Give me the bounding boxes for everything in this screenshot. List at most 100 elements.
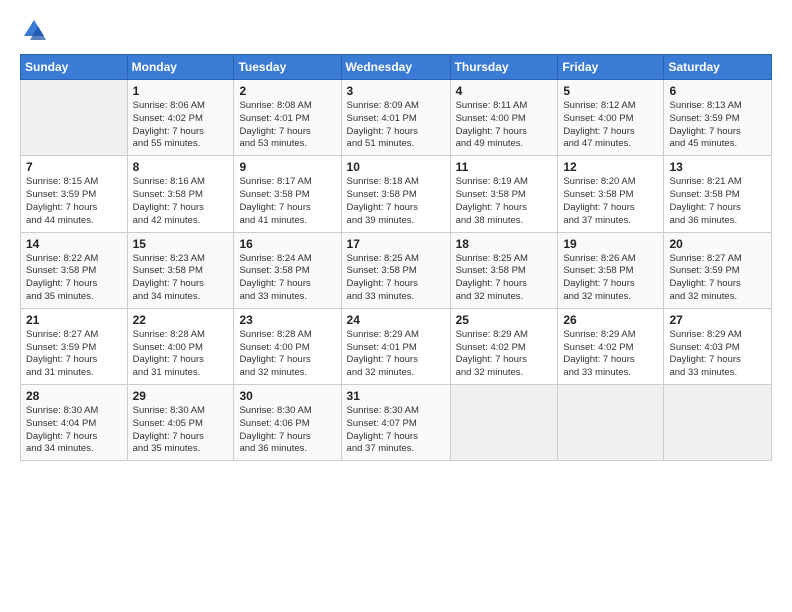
day-info: Sunrise: 8:15 AMSunset: 3:59 PMDaylight:… xyxy=(26,176,122,227)
day-info: Sunrise: 8:28 AMSunset: 4:00 PMDaylight:… xyxy=(239,329,335,380)
calendar-week-row: 7Sunrise: 8:15 AMSunset: 3:59 PMDaylight… xyxy=(21,156,772,232)
day-number: 23 xyxy=(239,313,335,327)
day-info: Sunrise: 8:25 AMSunset: 3:58 PMDaylight:… xyxy=(456,253,553,304)
day-info: Sunrise: 8:26 AMSunset: 3:58 PMDaylight:… xyxy=(563,253,658,304)
calendar-cell: 28 Sunrise: 8:30 AMSunset: 4:04 PMDayligh… xyxy=(21,385,128,461)
calendar-cell: 11Sunrise: 8:19 AMSunset: 3:58 PMDayligh… xyxy=(450,156,558,232)
day-info: Sunrise: 8:17 AMSunset: 3:58 PMDaylight:… xyxy=(239,176,335,227)
day-number: 27 xyxy=(669,313,766,327)
calendar-table: SundayMondayTuesdayWednesdayThursdayFrid… xyxy=(20,54,772,461)
day-info: Sunrise: 8:27 AMSunset: 3:59 PMDaylight:… xyxy=(669,253,766,304)
day-info: Sunrise: 8:20 AMSunset: 3:58 PMDaylight:… xyxy=(563,176,658,227)
calendar-cell: 31 Sunrise: 8:30 AMSunset: 4:07 PMDayligh… xyxy=(341,385,450,461)
day-info: Sunrise: 8:21 AMSunset: 3:58 PMDaylight:… xyxy=(669,176,766,227)
calendar-cell: 24 Sunrise: 8:29 AMSunset: 4:01 PMDayligh… xyxy=(341,308,450,384)
day-number: 10 xyxy=(347,160,445,174)
day-number: 4 xyxy=(456,84,553,98)
day-info: Sunrise: 8:30 AMSunset: 4:05 PMDaylight:… xyxy=(133,405,229,456)
logo-icon xyxy=(20,16,48,44)
day-number: 28 xyxy=(26,389,122,403)
day-info: Sunrise: 8:29 AMSunset: 4:02 PMDaylight:… xyxy=(563,329,658,380)
calendar-cell: 22Sunrise: 8:28 AMSunset: 4:00 PMDayligh… xyxy=(127,308,234,384)
day-info: Sunrise: 8:16 AMSunset: 3:58 PMDaylight:… xyxy=(133,176,229,227)
day-number: 14 xyxy=(26,237,122,251)
calendar-cell: 6 Sunrise: 8:13 AMSunset: 3:59 PMDaylight… xyxy=(664,80,772,156)
calendar-header-row: SundayMondayTuesdayWednesdayThursdayFrid… xyxy=(21,55,772,80)
day-info: Sunrise: 8:25 AMSunset: 3:58 PMDaylight:… xyxy=(347,253,445,304)
day-number: 9 xyxy=(239,160,335,174)
day-number: 12 xyxy=(563,160,658,174)
calendar-cell: 17 Sunrise: 8:25 AMSunset: 3:58 PMDayligh… xyxy=(341,232,450,308)
day-info: Sunrise: 8:13 AMSunset: 3:59 PMDaylight:… xyxy=(669,100,766,151)
calendar-day-header: Saturday xyxy=(664,55,772,80)
calendar-cell: 9 Sunrise: 8:17 AMSunset: 3:58 PMDaylight… xyxy=(234,156,341,232)
header xyxy=(20,16,772,44)
calendar-cell xyxy=(21,80,128,156)
calendar-day-header: Tuesday xyxy=(234,55,341,80)
calendar-day-header: Monday xyxy=(127,55,234,80)
day-number: 3 xyxy=(347,84,445,98)
calendar-cell: 2Sunrise: 8:08 AMSunset: 4:01 PMDaylight… xyxy=(234,80,341,156)
day-number: 31 xyxy=(347,389,445,403)
day-number: 5 xyxy=(563,84,658,98)
calendar-cell: 30Sunrise: 8:30 AMSunset: 4:06 PMDayligh… xyxy=(234,385,341,461)
day-info: Sunrise: 8:29 AMSunset: 4:01 PMDaylight:… xyxy=(347,329,445,380)
day-number: 17 xyxy=(347,237,445,251)
day-number: 18 xyxy=(456,237,553,251)
day-number: 21 xyxy=(26,313,122,327)
calendar-cell: 10 Sunrise: 8:18 AMSunset: 3:58 PMDayligh… xyxy=(341,156,450,232)
day-number: 29 xyxy=(133,389,229,403)
calendar-cell: 18 Sunrise: 8:25 AMSunset: 3:58 PMDayligh… xyxy=(450,232,558,308)
day-info: Sunrise: 8:12 AMSunset: 4:00 PMDaylight:… xyxy=(563,100,658,151)
calendar-cell: 25 Sunrise: 8:29 AMSunset: 4:02 PMDayligh… xyxy=(450,308,558,384)
calendar-day-header: Wednesday xyxy=(341,55,450,80)
calendar-cell: 1 Sunrise: 8:06 AMSunset: 4:02 PMDaylight… xyxy=(127,80,234,156)
day-info: Sunrise: 8:24 AMSunset: 3:58 PMDaylight:… xyxy=(239,253,335,304)
calendar-cell: 21Sunrise: 8:27 AMSunset: 3:59 PMDayligh… xyxy=(21,308,128,384)
day-number: 20 xyxy=(669,237,766,251)
day-info: Sunrise: 8:30 AMSunset: 4:07 PMDaylight:… xyxy=(347,405,445,456)
calendar-cell: 14 Sunrise: 8:22 AMSunset: 3:58 PMDayligh… xyxy=(21,232,128,308)
day-number: 16 xyxy=(239,237,335,251)
day-number: 1 xyxy=(133,84,229,98)
calendar-week-row: 21Sunrise: 8:27 AMSunset: 3:59 PMDayligh… xyxy=(21,308,772,384)
day-number: 11 xyxy=(456,160,553,174)
calendar-cell xyxy=(450,385,558,461)
calendar-cell: 16 Sunrise: 8:24 AMSunset: 3:58 PMDayligh… xyxy=(234,232,341,308)
calendar-cell: 12 Sunrise: 8:20 AMSunset: 3:58 PMDayligh… xyxy=(558,156,664,232)
day-number: 25 xyxy=(456,313,553,327)
day-info: Sunrise: 8:22 AMSunset: 3:58 PMDaylight:… xyxy=(26,253,122,304)
calendar-cell: 5 Sunrise: 8:12 AMSunset: 4:00 PMDaylight… xyxy=(558,80,664,156)
day-info: Sunrise: 8:29 AMSunset: 4:02 PMDaylight:… xyxy=(456,329,553,380)
day-info: Sunrise: 8:30 AMSunset: 4:06 PMDaylight:… xyxy=(239,405,335,456)
day-info: Sunrise: 8:29 AMSunset: 4:03 PMDaylight:… xyxy=(669,329,766,380)
day-info: Sunrise: 8:23 AMSunset: 3:58 PMDaylight:… xyxy=(133,253,229,304)
day-number: 26 xyxy=(563,313,658,327)
calendar-cell xyxy=(664,385,772,461)
day-info: Sunrise: 8:11 AMSunset: 4:00 PMDaylight:… xyxy=(456,100,553,151)
day-info: Sunrise: 8:30 AMSunset: 4:04 PMDaylight:… xyxy=(26,405,122,456)
day-info: Sunrise: 8:09 AMSunset: 4:01 PMDaylight:… xyxy=(347,100,445,151)
calendar-cell xyxy=(558,385,664,461)
day-info: Sunrise: 8:18 AMSunset: 3:58 PMDaylight:… xyxy=(347,176,445,227)
calendar-cell: 27 Sunrise: 8:29 AMSunset: 4:03 PMDayligh… xyxy=(664,308,772,384)
calendar-week-row: 14 Sunrise: 8:22 AMSunset: 3:58 PMDayligh… xyxy=(21,232,772,308)
calendar-week-row: 28 Sunrise: 8:30 AMSunset: 4:04 PMDayligh… xyxy=(21,385,772,461)
day-info: Sunrise: 8:28 AMSunset: 4:00 PMDaylight:… xyxy=(133,329,229,380)
day-number: 15 xyxy=(133,237,229,251)
day-number: 13 xyxy=(669,160,766,174)
day-number: 6 xyxy=(669,84,766,98)
calendar-cell: 3 Sunrise: 8:09 AMSunset: 4:01 PMDaylight… xyxy=(341,80,450,156)
calendar-cell: 13 Sunrise: 8:21 AMSunset: 3:58 PMDayligh… xyxy=(664,156,772,232)
calendar-week-row: 1 Sunrise: 8:06 AMSunset: 4:02 PMDaylight… xyxy=(21,80,772,156)
day-number: 2 xyxy=(239,84,335,98)
page: SundayMondayTuesdayWednesdayThursdayFrid… xyxy=(0,0,792,612)
calendar-day-header: Sunday xyxy=(21,55,128,80)
day-number: 19 xyxy=(563,237,658,251)
day-info: Sunrise: 8:06 AMSunset: 4:02 PMDaylight:… xyxy=(133,100,229,151)
calendar-cell: 20 Sunrise: 8:27 AMSunset: 3:59 PMDayligh… xyxy=(664,232,772,308)
calendar-day-header: Friday xyxy=(558,55,664,80)
calendar-cell: 8Sunrise: 8:16 AMSunset: 3:58 PMDaylight… xyxy=(127,156,234,232)
day-number: 24 xyxy=(347,313,445,327)
calendar-cell: 19 Sunrise: 8:26 AMSunset: 3:58 PMDayligh… xyxy=(558,232,664,308)
